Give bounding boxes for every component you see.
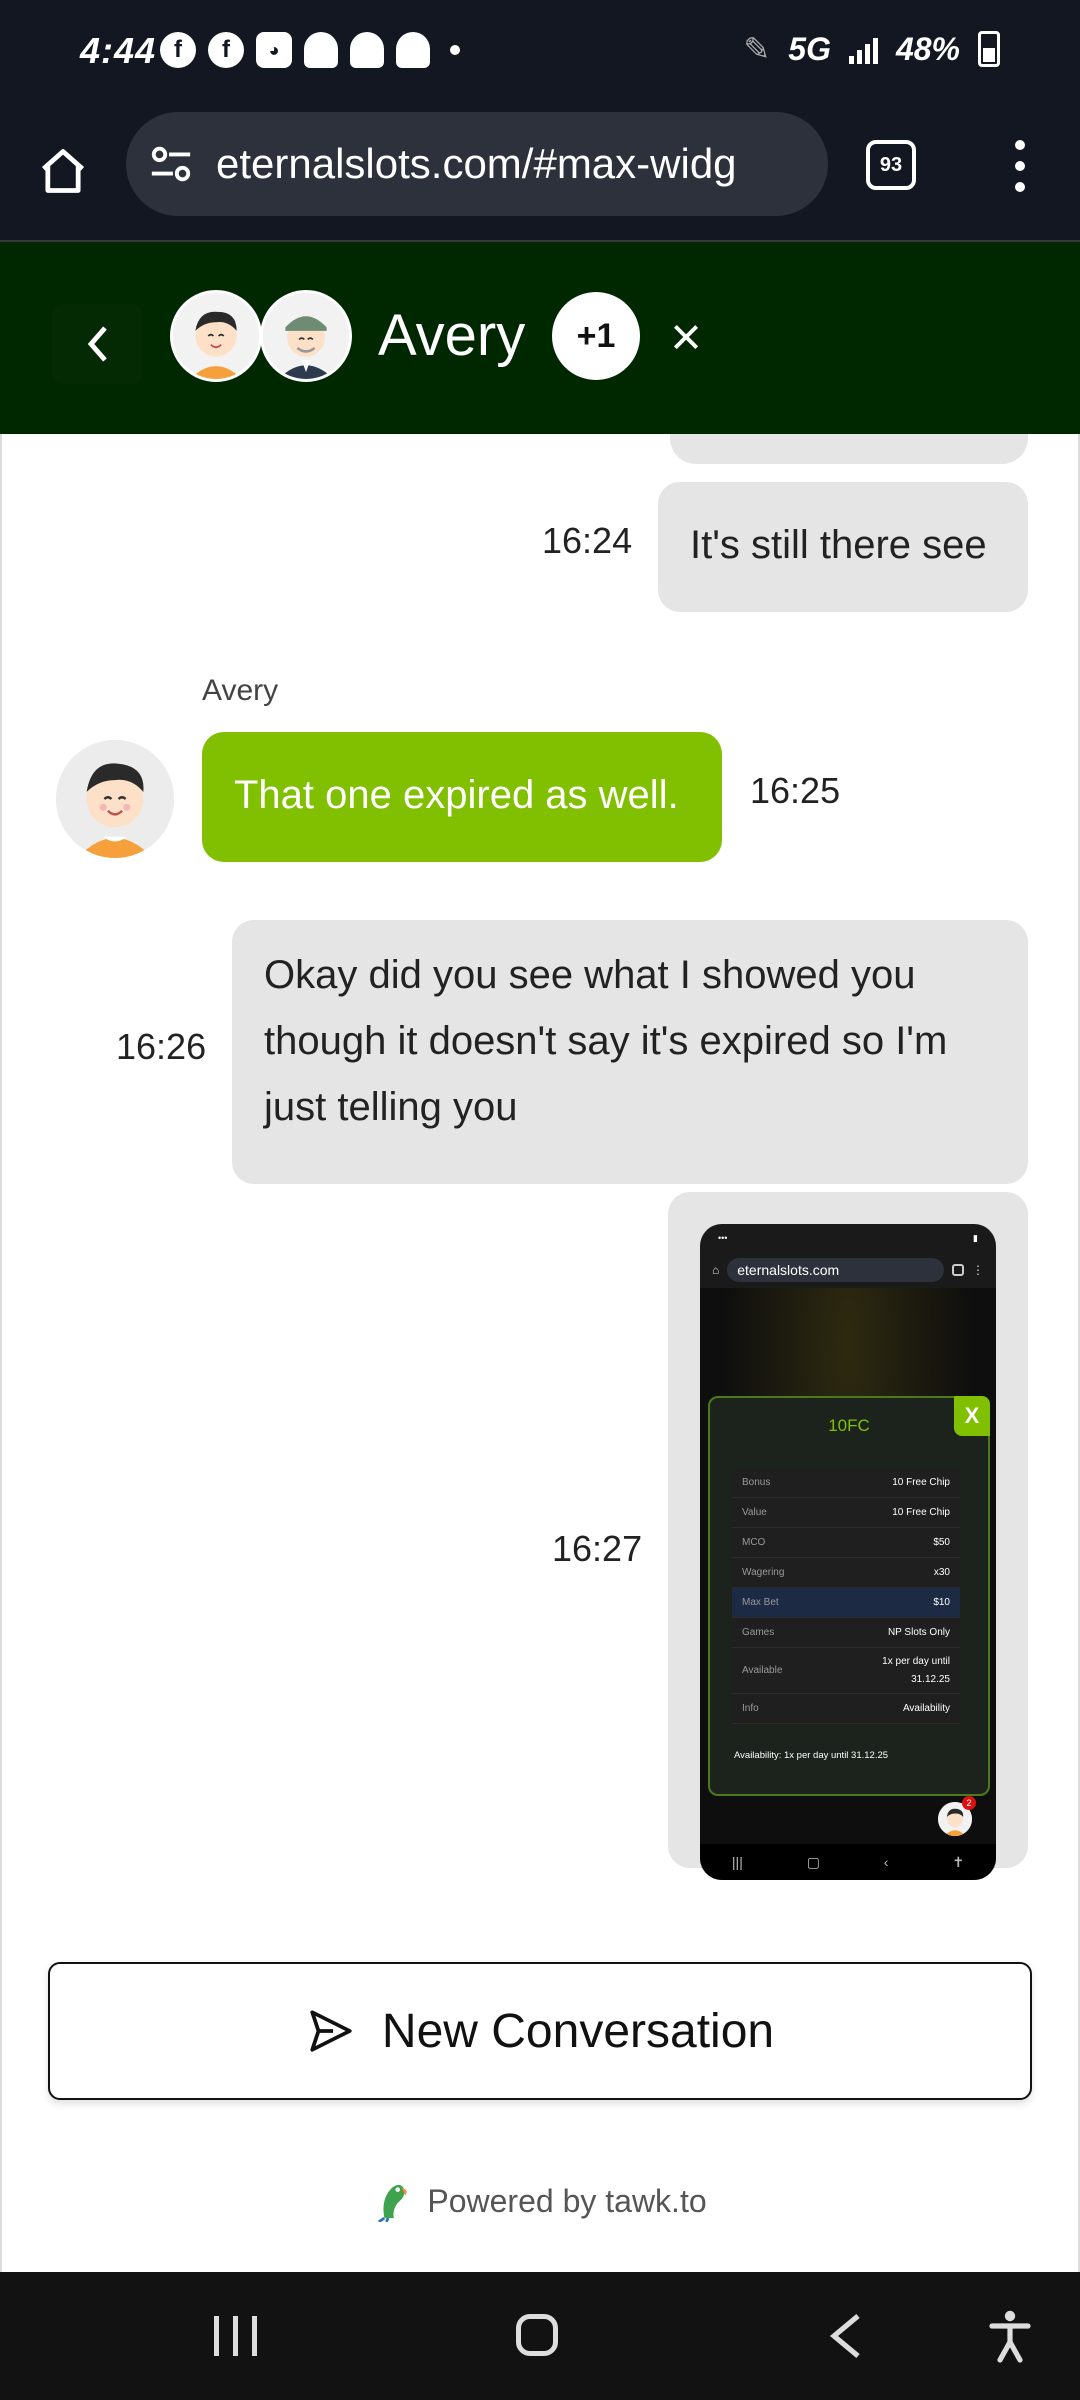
status-right: ✎ 5G 48% <box>743 30 1000 68</box>
bonus-row: MCO $50 <box>732 1528 960 1558</box>
thumb-home-icon: ⌂ <box>712 1263 720 1277</box>
agent-avatar <box>56 740 174 858</box>
thumb-url: eternalslots.com <box>727 1258 944 1282</box>
close-chat-button[interactable]: × <box>664 302 708 372</box>
snapchat-icon <box>350 32 384 68</box>
site-settings-icon[interactable] <box>148 141 194 187</box>
message-time: 16:27 <box>552 1528 643 1569</box>
send-icon <box>310 2010 352 2052</box>
home-nav-button[interactable] <box>516 2314 558 2356</box>
message-time: 16:25 <box>750 770 841 811</box>
attachment-screenshot: ••• ▮ ⌂ eternalslots.com ⋮ 10FC X Bonus 10… <box>700 1224 996 1880</box>
bonus-popup: 10FC X Bonus 10 Free Chip Value 10 Free Ch… <box>708 1396 990 1796</box>
agent-avatar <box>170 290 262 382</box>
agent-message: That one expired as well. <box>202 732 722 862</box>
popup-title: 10FC <box>828 1416 870 1435</box>
bonus-row: Max Bet $10 <box>732 1588 960 1618</box>
chat-header: Avery +1 × <box>0 240 1080 434</box>
pen-icon: ✎ <box>743 31 771 67</box>
image-attachment[interactable]: ••• ▮ ⌂ eternalslots.com ⋮ 10FC X Bonus 10… <box>668 1192 1028 1880</box>
tawk-parrot-icon <box>378 2184 407 2222</box>
chevron-left-icon <box>87 326 107 362</box>
popup-close: X <box>954 1396 990 1436</box>
browser-menu-button[interactable] <box>1000 136 1040 196</box>
thumb-status-bar: ••• ▮ <box>718 1232 978 1244</box>
visitor-message: It's still there see <box>658 482 1028 612</box>
snapchat-icon <box>396 32 430 68</box>
message-line: just telling you <box>264 1085 518 1129</box>
thumb-page: 10FC X Bonus 10 Free Chip Value 10 Free Ch… <box>700 1288 996 1844</box>
bonus-row: Value 10 Free Chip <box>732 1498 960 1528</box>
browser-toolbar: eternalslots.com/#max-widg 93 <box>0 108 1080 240</box>
message-line: though it doesn't say it's expired so I'… <box>264 1019 948 1063</box>
status-time: 4:44 <box>80 30 157 71</box>
new-conversation-label: New Conversation <box>381 2004 775 2058</box>
back-nav-button[interactable] <box>822 2308 870 2364</box>
thumb-unread-badge: 2 <box>962 1796 976 1810</box>
notification-icons: f f ◕ <box>160 32 460 68</box>
new-conversation-button[interactable]: New Conversation <box>48 1962 1032 2100</box>
signal-icon <box>848 34 878 64</box>
facebook-icon: f <box>208 32 244 68</box>
status-bar: 4:44 f f ◕ ✎ 5G 48% <box>0 0 1080 108</box>
bonus-row: Games NP Slots Only <box>732 1618 960 1648</box>
powered-by-link[interactable]: Powered by tawk.to <box>0 2180 1080 2222</box>
snapchat-icon <box>304 32 338 68</box>
bonus-row: Bonus 10 Free Chip <box>732 1468 960 1498</box>
network-type: 5G <box>788 30 831 67</box>
recents-button[interactable] <box>214 2316 257 2356</box>
discord-icon: ◕ <box>256 32 292 68</box>
more-notifications-icon <box>450 45 460 55</box>
message-time: 16:26 <box>116 1026 207 1067</box>
system-nav-bar <box>0 2272 1080 2400</box>
powered-by-text: Powered by tawk.to <box>427 2182 707 2219</box>
home-button[interactable] <box>30 138 96 204</box>
address-bar[interactable]: eternalslots.com/#max-widg <box>126 112 828 216</box>
message-time: 16:24 <box>542 520 633 561</box>
visitor-message: Okay did you see what I showed you thoug… <box>232 920 1028 1184</box>
message-line: Okay did you see what I showed you <box>264 953 916 997</box>
url-text: eternalslots.com/#max-widg <box>216 140 737 187</box>
thumb-nav-bar: ||| ▢ ‹ ✝ <box>700 1844 996 1880</box>
previous-message-bubble <box>670 434 1028 464</box>
thumb-browser-bar: ⌂ eternalslots.com ⋮ <box>700 1252 996 1288</box>
battery-percent: 48% <box>895 30 960 67</box>
participants-badge[interactable]: +1 <box>552 292 640 380</box>
facebook-icon: f <box>160 32 196 68</box>
popup-footer: Availability: 1x per day until 31.12.25 <box>734 1750 889 1761</box>
sender-name: Avery <box>202 674 279 707</box>
back-button[interactable] <box>52 304 142 384</box>
home-icon <box>41 149 85 193</box>
battery-icon <box>978 31 1000 67</box>
tab-switcher-button[interactable]: 93 <box>866 140 916 190</box>
bonus-table: Bonus 10 Free Chip Value 10 Free Chip MCO $… <box>732 1468 960 1724</box>
agent-name: Avery <box>378 303 526 368</box>
agent-avatar-secondary <box>260 290 352 382</box>
bonus-row: Info Availability <box>732 1694 960 1724</box>
bonus-row: Available 1x per day until 31.12.25 <box>732 1648 960 1694</box>
accessibility-icon[interactable] <box>986 2308 1034 2364</box>
thumb-tab-icon <box>952 1264 964 1276</box>
bonus-row: Wagering x30 <box>732 1558 960 1588</box>
thumb-menu-icon: ⋮ <box>972 1263 984 1277</box>
